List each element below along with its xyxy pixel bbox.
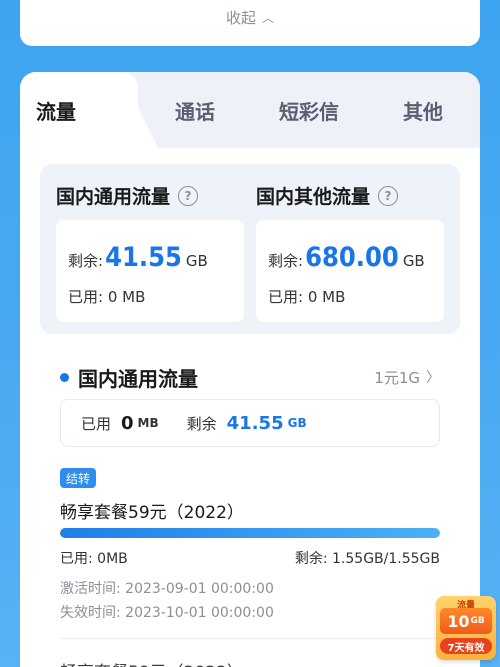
- package-usage-row: 已用: 0MB 剩余: 1.55GB/1.55GB: [60, 548, 440, 568]
- package-remain-text: 剩余: 1.55GB/1.55GB: [294, 551, 440, 567]
- promo-validity: 7天有效: [440, 638, 492, 654]
- package-progress-bar: [60, 528, 440, 538]
- help-icon[interactable]: ?: [178, 185, 199, 206]
- other-data-title-text: 国内其他流量: [256, 186, 371, 208]
- used-text: 已用: 0 MB: [68, 288, 146, 306]
- tab-data-label: 流量: [36, 99, 76, 124]
- used-unit: MB: [137, 416, 159, 430]
- usage-summary-box: 已用 0 MB 剩余 41.55 GB: [60, 399, 440, 447]
- remain-value: 41.55: [105, 242, 182, 273]
- remain-unit: GB: [185, 252, 208, 270]
- tab-calls-label: 通话: [175, 99, 215, 124]
- remain-label: 剩余:: [68, 252, 104, 270]
- other-data-box[interactable]: 剩余: 680.00 GB 已用: 0 MB: [256, 220, 444, 322]
- chevron-up-icon: ︿: [262, 10, 275, 25]
- collapse-bar[interactable]: 收起 ︿: [20, 0, 480, 46]
- used-value: 0: [121, 412, 134, 434]
- usage-card: 流量 通话 短彩信 其他 国内通用流量 ? 国内其他流量 ? 剩余: 41.55…: [20, 72, 480, 667]
- remain-value: 41.55: [226, 412, 284, 434]
- collapse-label: 收起: [225, 8, 256, 27]
- other-data-title: 国内其他流量 ?: [256, 182, 399, 209]
- tab-other-label: 其他: [403, 99, 443, 124]
- buy-addon-link[interactable]: 1元1G 〉: [374, 367, 440, 388]
- remain-label: 剩余:: [268, 252, 304, 270]
- activate-time: 激活时间: 2023-09-01 00:00:00: [60, 581, 274, 597]
- buy-addon-label: 1元1G: [374, 368, 420, 387]
- used-label: 已用: [81, 414, 112, 433]
- next-package-name: 畅享套餐59元（2022）: [60, 658, 244, 667]
- used-text: 已用: 0 MB: [268, 288, 346, 306]
- promo-amount: 10 GB: [440, 608, 492, 634]
- help-icon[interactable]: ?: [378, 185, 399, 206]
- promo-amount-unit: GB: [470, 616, 485, 626]
- tab-sms[interactable]: 短彩信: [252, 72, 366, 148]
- remain-unit: GB: [402, 252, 425, 270]
- tab-calls[interactable]: 通话: [138, 72, 252, 148]
- general-data-box[interactable]: 剩余: 41.55 GB 已用: 0 MB: [56, 220, 244, 322]
- divider: [60, 638, 440, 639]
- tab-sms-label: 短彩信: [279, 99, 339, 124]
- package-name: 畅享套餐59元（2022）: [60, 503, 244, 523]
- category-tabs: 流量 通话 短彩信 其他: [20, 72, 480, 148]
- general-data-title-text: 国内通用流量: [56, 186, 171, 208]
- promo-amount-value: 10: [447, 611, 470, 631]
- package-progress-fill: [60, 528, 440, 538]
- tab-other[interactable]: 其他: [366, 72, 480, 148]
- remain-unit: GB: [287, 416, 307, 430]
- expire-time: 失效时间: 2023-10-01 00:00:00: [60, 605, 274, 621]
- detail-title: 国内通用流量: [78, 366, 198, 391]
- data-summary-panel: 国内通用流量 ? 国内其他流量 ? 剩余: 41.55 GB 已用: 0 MB …: [40, 164, 460, 334]
- promo-data-coupon[interactable]: 流量 10 GB 7天有效: [436, 596, 496, 660]
- other-remain: 剩余: 680.00 GB: [268, 242, 425, 273]
- general-remain: 剩余: 41.55 GB: [68, 242, 208, 273]
- remain-value: 680.00: [305, 242, 399, 273]
- detail-header: 国内通用流量 1元1G 〉: [60, 362, 440, 392]
- chevron-right-icon: 〉: [426, 370, 440, 386]
- carryover-badge: 结转: [60, 468, 97, 488]
- package-used-text: 已用: 0MB: [60, 551, 128, 567]
- tab-data[interactable]: 流量: [20, 72, 138, 148]
- remain-label: 剩余: [186, 414, 217, 433]
- bullet-dot-icon: [60, 372, 69, 382]
- general-data-title: 国内通用流量 ?: [56, 182, 199, 209]
